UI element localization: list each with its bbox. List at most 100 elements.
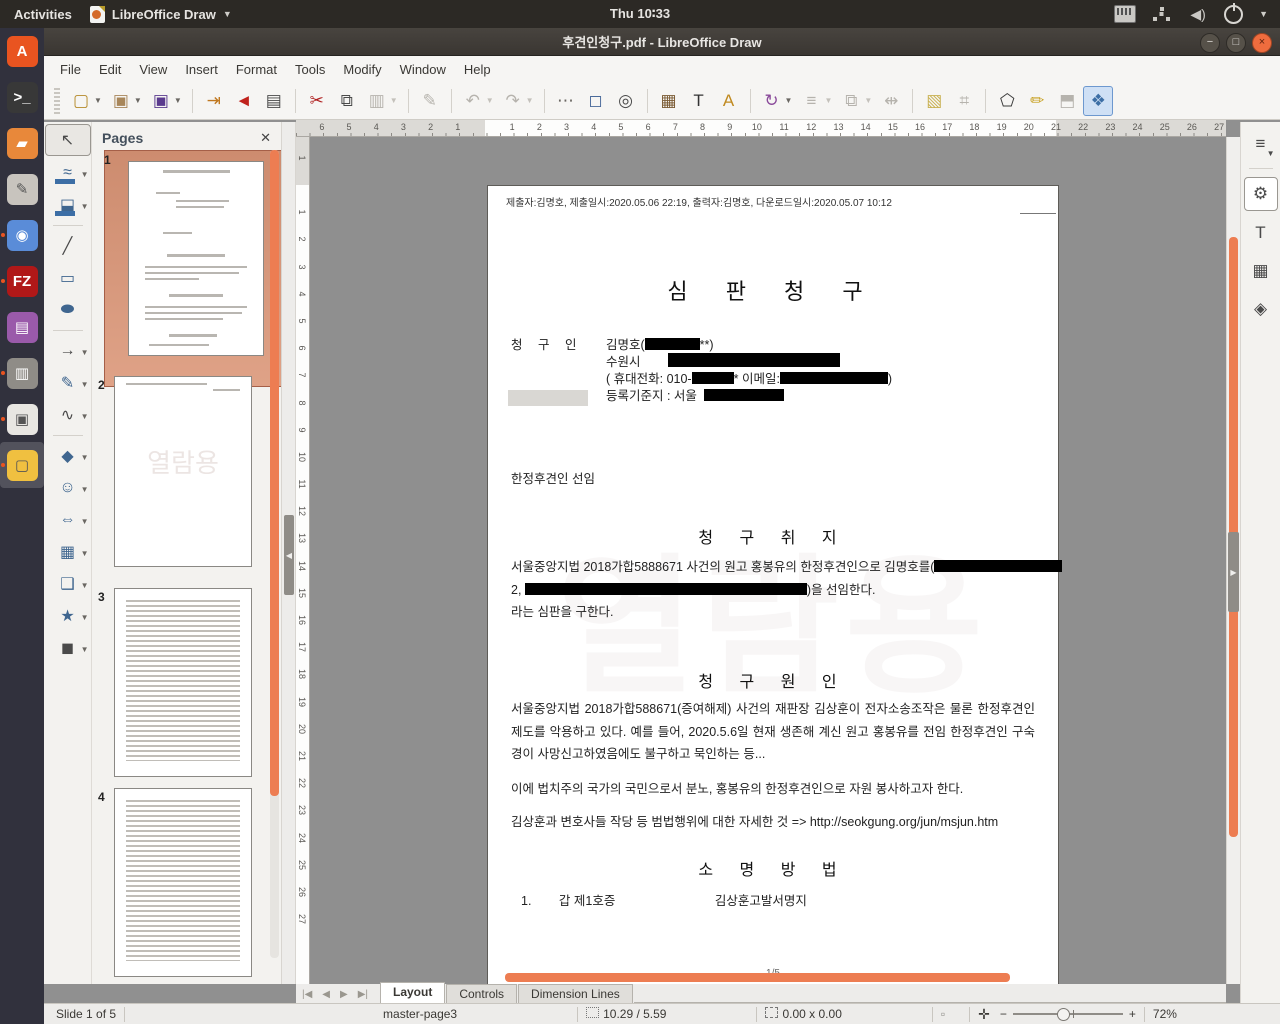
redo-button[interactable]: ↷▼	[499, 87, 537, 115]
last-page-icon[interactable]: ▶|	[358, 989, 368, 1000]
dropdown-arrow-icon[interactable]: ▼	[81, 581, 89, 590]
filezilla-launcher[interactable]: FZ	[0, 258, 44, 304]
volume-icon[interactable]: ◀)	[1188, 6, 1208, 22]
collapse-panel-handle[interactable]: ◀	[284, 515, 294, 595]
select-tool[interactable]: ↖	[45, 124, 91, 156]
shadow-button[interactable]: ▧	[920, 87, 948, 115]
dropdown-arrow-icon[interactable]: ▼	[81, 485, 89, 494]
network-icon[interactable]	[1152, 6, 1172, 22]
glue-points-button[interactable]: ✏	[1023, 87, 1051, 115]
dropdown-arrow-icon[interactable]: ▼	[81, 170, 89, 179]
dropdown-arrow-icon[interactable]: ▼	[81, 517, 89, 526]
block-arrows-tool[interactable]: ⇔▼	[46, 505, 90, 535]
dropdown-arrow-icon[interactable]: ▼	[390, 96, 398, 105]
clone-formatting-button[interactable]: ✎	[416, 87, 444, 115]
curve-tool[interactable]: ✎▼	[46, 368, 90, 398]
paste-button[interactable]: ▥▼	[363, 87, 401, 115]
tab-layout[interactable]: Layout	[380, 982, 445, 1003]
title-bar[interactable]: 후견인청구.pdf - LibreOffice Draw − □ ×	[44, 28, 1280, 56]
undo-button[interactable]: ↶▼	[459, 87, 497, 115]
connector-tool[interactable]: ∿▼	[46, 400, 90, 430]
menu-help[interactable]: Help	[456, 59, 499, 80]
files-launcher[interactable]: ▰	[0, 120, 44, 166]
extrusion-button[interactable]: ⬒	[1053, 87, 1081, 115]
flowchart-tool[interactable]: ▦▼	[46, 537, 90, 567]
horizontal-scrollbar[interactable]	[310, 973, 1226, 982]
objects-3d-tool[interactable]: ◼▼	[46, 633, 90, 663]
align-objects-button[interactable]: ≡▼	[797, 87, 835, 115]
display-grid-button[interactable]: ⋯	[552, 87, 580, 115]
dropdown-arrow-icon[interactable]: ▼	[526, 96, 534, 105]
dropdown-arrow-icon[interactable]: ▼	[81, 453, 89, 462]
dropdown-arrow-icon[interactable]: ▼	[81, 202, 89, 211]
ubuntu-software-launcher[interactable]: A	[0, 28, 44, 74]
clock[interactable]: Thu 10∶33	[610, 6, 670, 22]
drawing-canvas[interactable]: 열람용 제출자:김명호, 제출일시:2020.05.06 22:19, 출력자:…	[310, 137, 1226, 984]
rotate-button[interactable]: ↻▼	[758, 87, 796, 115]
keyboard-icon[interactable]	[1114, 5, 1136, 23]
print-button[interactable]: ▤	[260, 87, 288, 115]
tab-dimension-lines[interactable]: Dimension Lines	[518, 984, 633, 1003]
collapse-sidebar-handle[interactable]: ▶	[1228, 532, 1239, 612]
menu-modify[interactable]: Modify	[335, 59, 389, 80]
tab-controls[interactable]: Controls	[446, 984, 517, 1003]
chevron-down-icon[interactable]: ▼	[1259, 9, 1268, 19]
page-thumbnail-3[interactable]: 3	[114, 588, 252, 775]
purple-terminal-launcher[interactable]: ▤	[0, 304, 44, 350]
rectangle-tool[interactable]: ▭	[46, 263, 90, 293]
properties-deck-icon[interactable]: ⚙	[1244, 177, 1278, 211]
dropdown-arrow-icon[interactable]: ▼	[174, 96, 182, 105]
archive-manager-launcher[interactable]: ▥	[0, 350, 44, 396]
close-icon[interactable]: ✕	[260, 130, 271, 146]
snap-guides-button[interactable]: ◻	[582, 87, 610, 115]
menu-tools[interactable]: Tools	[287, 59, 333, 80]
menu-format[interactable]: Format	[228, 59, 285, 80]
vertical-ruler[interactable]: 2112345678910111213141516171819202122232…	[296, 137, 310, 984]
document-page[interactable]: 열람용 제출자:김명호, 제출일시:2020.05.06 22:19, 출력자:…	[487, 185, 1059, 984]
maximize-button[interactable]: □	[1226, 33, 1246, 53]
menu-window[interactable]: Window	[392, 59, 454, 80]
minimize-button[interactable]: −	[1200, 33, 1220, 53]
save-button[interactable]: ▣▼	[147, 87, 185, 115]
zoom-level[interactable]: 72%	[1153, 1007, 1177, 1021]
terminal-launcher[interactable]: >_	[0, 74, 44, 120]
character-deck-icon[interactable]: T	[1245, 217, 1277, 249]
zoom-slider[interactable]	[1013, 1013, 1123, 1015]
cut-button[interactable]: ✂	[303, 87, 331, 115]
zoom-out-icon[interactable]: −	[1000, 1007, 1007, 1021]
gallery-deck-icon[interactable]: ▦	[1245, 255, 1277, 287]
horizontal-ruler[interactable]: 6543211234567891011121314151617181920212…	[296, 120, 1226, 137]
toolbar-grip[interactable]	[54, 88, 60, 114]
crop-button[interactable]: ⌗	[950, 87, 978, 115]
edit-points-button[interactable]: ⬠	[993, 87, 1021, 115]
copy-button[interactable]: ⧉	[333, 87, 361, 115]
system-tray[interactable]: ◀) ▼	[1114, 5, 1280, 24]
fill-color-picker[interactable]: ⬓▼	[46, 190, 90, 220]
ellipse-tool[interactable]: ⬬	[46, 295, 90, 325]
power-icon[interactable]	[1224, 5, 1243, 24]
menu-file[interactable]: File	[52, 59, 89, 80]
new-document-button[interactable]: ▢▼	[67, 87, 105, 115]
distribute-button[interactable]: ⇹	[877, 87, 905, 115]
export-button[interactable]: ⇥	[200, 87, 228, 115]
chromium-launcher[interactable]: ◉	[0, 212, 44, 258]
menu-view[interactable]: View	[131, 59, 175, 80]
dropdown-arrow-icon[interactable]: ▼	[94, 96, 102, 105]
callouts-tool[interactable]: ❑▼	[46, 569, 90, 599]
export-pdf-button[interactable]: ◄	[230, 87, 258, 115]
dropdown-arrow-icon[interactable]: ▼	[81, 613, 89, 622]
document-modified-icon[interactable]: ▫	[941, 1007, 945, 1021]
basic-shapes-tool[interactable]: ◆▼	[46, 441, 90, 471]
master-page-indicator[interactable]: master-page3	[383, 1007, 457, 1021]
dropdown-arrow-icon[interactable]: ▼	[81, 645, 89, 654]
dropdown-arrow-icon[interactable]: ▼	[486, 96, 494, 105]
stars-tool[interactable]: ★▼	[46, 601, 90, 631]
insert-image-button[interactable]: ▦	[655, 87, 683, 115]
fit-slide-icon[interactable]: ✛	[978, 1006, 990, 1023]
dropdown-arrow-icon[interactable]: ▼	[81, 412, 89, 421]
dropdown-arrow-icon[interactable]: ▼	[824, 96, 832, 105]
menu-edit[interactable]: Edit	[91, 59, 129, 80]
lines-arrows-tool[interactable]: →▼	[46, 336, 90, 366]
open-button[interactable]: ▣▼	[107, 87, 145, 115]
paint-app-launcher[interactable]: ✎	[0, 166, 44, 212]
